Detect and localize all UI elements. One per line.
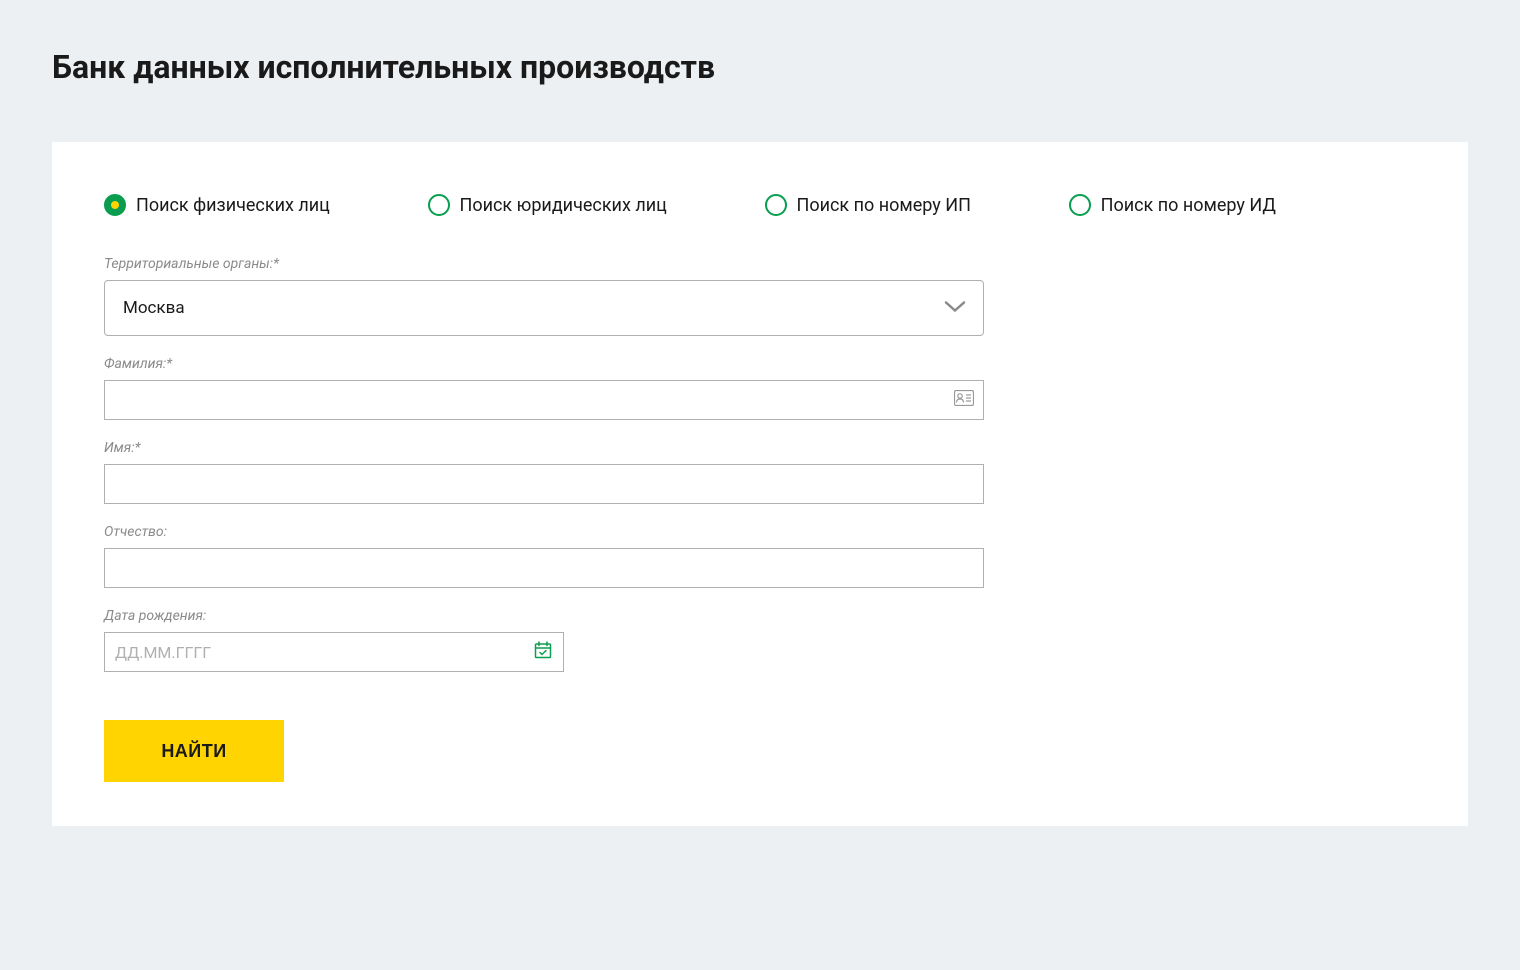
territory-select[interactable]: Москва: [104, 280, 984, 336]
firstname-label: Имя:*: [104, 440, 1416, 456]
search-type-radio-group: Поиск физических лиц Поиск юридических л…: [104, 194, 1416, 216]
lastname-field-group: Фамилия:*: [104, 356, 1416, 420]
birthdate-field-group: Дата рождения: ДД.ММ.ГГГГ: [104, 608, 1416, 672]
radio-selected-icon: [104, 194, 126, 216]
lastname-label: Фамилия:*: [104, 356, 1416, 372]
firstname-field-group: Имя:*: [104, 440, 1416, 504]
page-title: Банк данных исполнительных производств: [0, 0, 1520, 122]
radio-unselected-icon: [1069, 194, 1091, 216]
birthdate-label: Дата рождения:: [104, 608, 1416, 624]
radio-individual-label: Поиск физических лиц: [136, 195, 330, 216]
calendar-icon[interactable]: [534, 641, 552, 663]
contact-card-icon: [954, 390, 974, 410]
lastname-input[interactable]: [104, 380, 984, 420]
territory-value: Москва: [123, 298, 185, 318]
radio-id-number-label: Поиск по номеру ИД: [1101, 195, 1276, 216]
submit-button[interactable]: Найти: [104, 720, 284, 782]
radio-unselected-icon: [765, 194, 787, 216]
search-form-card: Поиск физических лиц Поиск юридических л…: [52, 142, 1468, 826]
territory-label: Территориальные органы:*: [104, 256, 1416, 272]
radio-unselected-icon: [428, 194, 450, 216]
patronymic-label: Отчество:: [104, 524, 1416, 540]
radio-legal-label: Поиск юридических лиц: [460, 195, 667, 216]
radio-ip-number-label: Поиск по номеру ИП: [797, 195, 971, 216]
patronymic-input[interactable]: [104, 548, 984, 588]
birthdate-input[interactable]: ДД.ММ.ГГГГ: [104, 632, 564, 672]
territory-field-group: Территориальные органы:* Москва: [104, 256, 1416, 336]
patronymic-field-group: Отчество:: [104, 524, 1416, 588]
radio-id-number[interactable]: Поиск по номеру ИД: [1069, 194, 1276, 216]
firstname-input[interactable]: [104, 464, 984, 504]
birthdate-placeholder: ДД.ММ.ГГГГ: [115, 643, 211, 662]
radio-individual[interactable]: Поиск физических лиц: [104, 194, 330, 216]
radio-legal[interactable]: Поиск юридических лиц: [428, 194, 667, 216]
radio-ip-number[interactable]: Поиск по номеру ИП: [765, 194, 971, 216]
